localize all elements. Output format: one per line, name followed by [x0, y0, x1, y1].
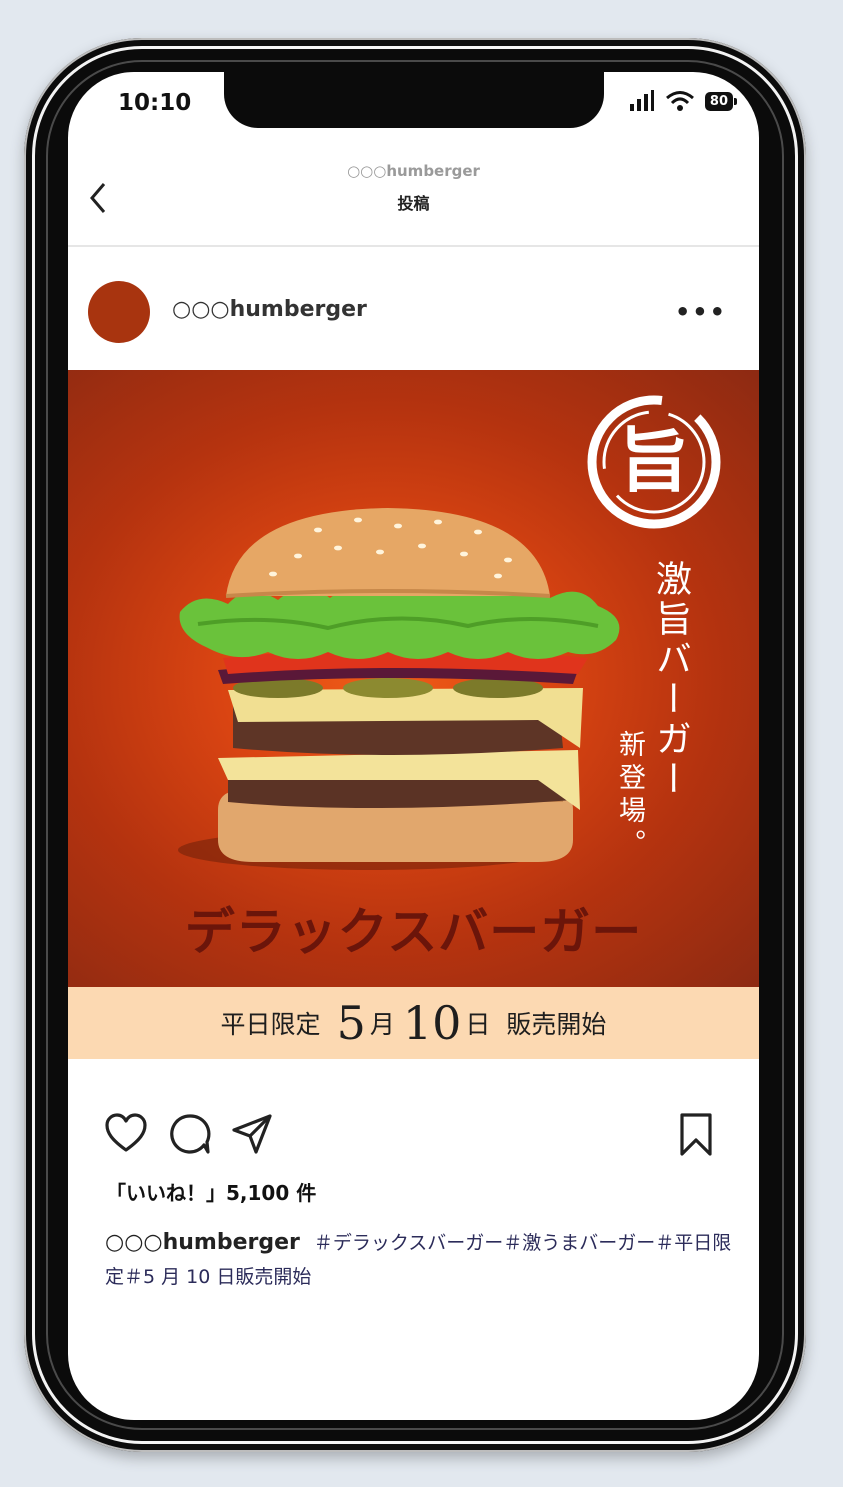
- avatar[interactable]: [88, 281, 150, 343]
- promo-suffix: 販売開始: [506, 1010, 607, 1039]
- notch: [224, 72, 604, 128]
- wifi-icon: [665, 91, 694, 111]
- send-icon[interactable]: [230, 1112, 274, 1156]
- likes-count[interactable]: 「いいね！」5,100 件: [106, 1177, 316, 1206]
- profile-username[interactable]: ○○○humberger: [172, 297, 367, 322]
- post-image[interactable]: 旨 激旨バーガー 新登場。 デラックスバーガー: [68, 370, 759, 987]
- caption-username[interactable]: ○○○humberger: [105, 1230, 300, 1255]
- promo-month-unit: 月: [369, 1010, 395, 1039]
- status-icons: 80: [629, 90, 738, 112]
- header-account: ○○○humberger: [347, 162, 480, 180]
- promo-band: 平日限定 5 月 10 日 販売開始: [68, 987, 759, 1059]
- promo-day-number: 10: [402, 996, 462, 1050]
- signal-icon: [629, 90, 654, 111]
- header-title: 投稿: [397, 194, 430, 213]
- more-options-button[interactable]: •••: [675, 298, 727, 326]
- battery-badge: 80: [704, 91, 738, 111]
- umai-logo-glyph: 旨: [619, 419, 689, 502]
- promo-prefix: 平日限定: [220, 1010, 321, 1039]
- promo-month-number: 5: [336, 996, 366, 1050]
- vertical-catchphrase: 激旨バーガー: [650, 560, 691, 800]
- phone-screen: 10:10 80 ○○○humberger 投稿 ○○○humberger ••…: [68, 72, 759, 1420]
- promo-day-unit: 日: [465, 1010, 491, 1039]
- post-headline: デラックスバーガー: [184, 902, 643, 961]
- vertical-new-release: 新登場。: [614, 730, 645, 862]
- heart-icon[interactable]: [104, 1112, 148, 1156]
- comment-icon[interactable]: [168, 1112, 212, 1156]
- header-divider: [68, 245, 759, 247]
- bookmark-icon[interactable]: [676, 1112, 716, 1156]
- status-time: 10:10: [118, 90, 192, 116]
- post-caption: ○○○humberger ＃デラックスバーガー＃激うまバーガー＃平日限定＃5 月 …: [105, 1226, 735, 1294]
